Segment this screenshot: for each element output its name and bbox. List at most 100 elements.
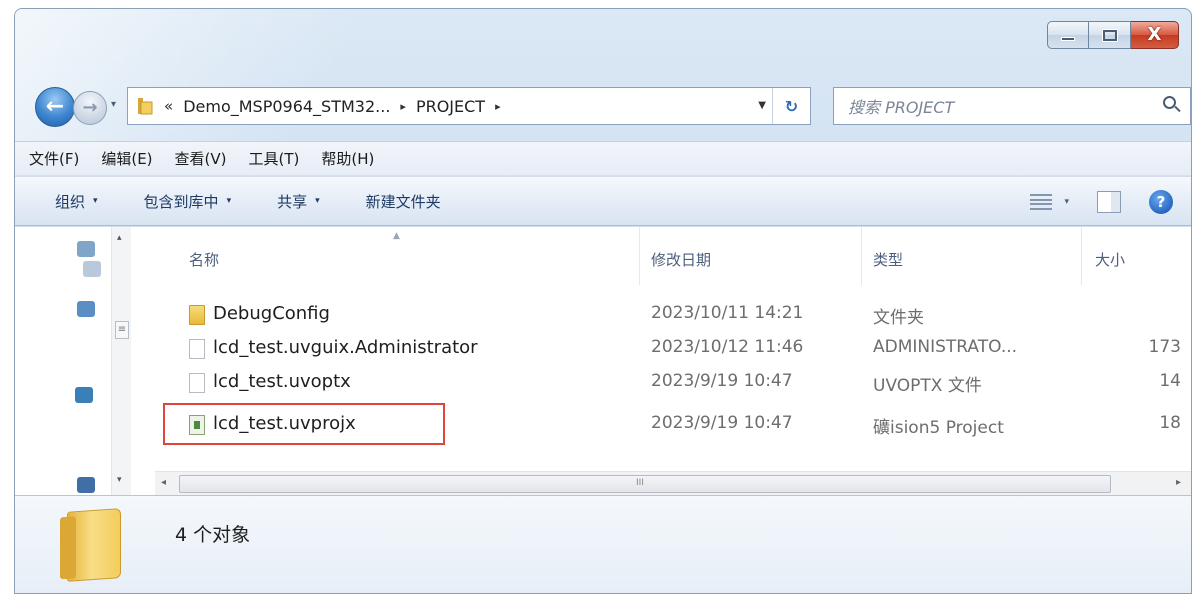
scroll-left-icon[interactable]: ◂ [161,477,166,488]
navigation-row: ← → ▾ « Demo_MSP0964_STM32... ▸ PROJECT … [35,85,1191,129]
recent-pages-dropdown[interactable]: ▾ [111,99,116,110]
forward-button[interactable]: → [73,91,107,125]
new-folder-label: 新建文件夹 [365,192,441,211]
search-input[interactable]: 搜索 PROJECT [848,94,1156,118]
glass-sheen [15,9,435,159]
file-size: 18 [1159,413,1181,433]
explorer-window: X ← → ▾ « Demo_MSP0964_STM32... ▸ PROJEC… [14,8,1192,594]
scrollbar-grip: III [636,478,644,488]
include-in-library-button[interactable]: 包含到库中 ▾ [144,191,232,212]
command-bar: 组织 ▾ 包含到库中 ▾ 共享 ▾ 新建文件夹 ▾ ? [15,176,1191,226]
file-name: lcd_test.uvoptx [213,371,351,392]
overflow-chevron[interactable]: « [164,97,173,115]
refresh-icon: ↻ [784,96,799,116]
column-divider[interactable] [639,227,640,285]
file-date: 2023/10/12 11:46 [651,337,804,357]
file-size: 14 [1159,371,1181,391]
address-history-dropdown[interactable]: ▼ [758,100,766,111]
breadcrumb-segment-demo[interactable]: Demo_MSP0964_STM32... [183,97,390,116]
share-button[interactable]: 共享 ▾ [277,191,320,212]
file-icon [189,373,205,393]
new-folder-button[interactable]: 新建文件夹 [366,191,441,212]
search-box[interactable]: 搜索 PROJECT [833,87,1191,125]
navigation-pane[interactable]: ▴ ≡ ▾ [15,227,155,495]
navigation-scrollbar[interactable]: ▴ ≡ ▾ [111,227,131,495]
minimize-icon [1061,37,1075,41]
column-type[interactable]: 类型 [873,249,903,270]
nav-item-icon[interactable] [77,477,95,493]
folder-icon [67,508,121,582]
chevron-down-icon: ▾ [226,196,232,206]
menu-help[interactable]: 帮助(H) [321,148,374,169]
address-bar[interactable]: « Demo_MSP0964_STM32... ▸ PROJECT ▸ ▼ ↻ [127,87,811,125]
details-pane: 4 个对象 [15,495,1191,593]
column-date[interactable]: 修改日期 [651,249,711,270]
arrow-right-icon: → [82,97,98,118]
chevron-down-icon: ▾ [93,196,98,206]
file-name: lcd_test.uvprojx [213,413,356,434]
uvision-project-icon [189,415,205,435]
chevron-down-icon: ▾ [315,196,320,206]
breadcrumb-segment-project[interactable]: PROJECT [416,97,485,116]
table-row[interactable]: DebugConfig 2023/10/11 14:21 文件夹 [155,297,1191,331]
nav-item-icon[interactable] [83,261,101,277]
item-count: 4 个对象 [175,524,251,546]
column-divider[interactable] [861,227,862,285]
include-in-library-label: 包含到库中 [143,192,219,211]
close-icon: X [1147,24,1162,45]
menu-tools[interactable]: 工具(T) [249,148,300,169]
view-controls: ▾ ? [1030,185,1173,219]
menu-edit[interactable]: 编辑(E) [101,148,152,169]
column-size[interactable]: 大小 [1095,249,1125,270]
scroll-down-icon[interactable]: ▾ [117,475,122,485]
file-list: ▲ 名称 修改日期 类型 大小 DebugConfig 2023/10/11 1… [155,227,1191,495]
column-name[interactable]: 名称 [189,249,219,270]
view-options-dropdown[interactable]: ▾ [1064,197,1069,207]
search-icon[interactable] [1156,91,1186,121]
scrollbar-thumb[interactable]: III [179,475,1111,493]
minimize-button[interactable] [1047,21,1089,49]
content-area: ▴ ≡ ▾ ▲ 名称 修改日期 类型 大小 DebugConfig 2023/1… [15,227,1191,495]
scroll-up-icon[interactable]: ▴ [117,233,122,243]
network-icon[interactable] [75,387,93,403]
close-button[interactable]: X [1131,21,1179,49]
file-size: 173 [1148,337,1181,357]
menu-view[interactable]: 查看(V) [175,148,227,169]
maximize-button[interactable] [1089,21,1131,49]
scrollbar-thumb[interactable]: ≡ [115,321,129,339]
file-name: lcd_test.uvguix.Administrator [213,337,478,358]
file-type: ADMINISTRATO... [873,337,1018,357]
horizontal-scrollbar[interactable]: ◂ III ▸ [155,471,1191,495]
menu-file[interactable]: 文件(F) [29,148,79,169]
file-type: UVOPTX 文件 [873,376,982,396]
preview-pane-icon[interactable] [1097,191,1121,213]
scroll-right-icon[interactable]: ▸ [1176,477,1181,488]
folder-icon [136,96,154,116]
table-row[interactable]: lcd_test.uvprojx 2023/9/19 10:47 礦ision5… [155,403,1191,445]
help-icon[interactable]: ? [1149,190,1173,214]
share-label: 共享 [277,192,308,211]
caption-buttons: X [1047,21,1179,49]
refresh-button[interactable]: ↻ [772,88,810,124]
nav-item-icon[interactable] [77,241,95,257]
table-row[interactable]: lcd_test.uvguix.Administrator 2023/10/12… [155,331,1191,365]
column-divider[interactable] [1081,227,1082,285]
organize-button[interactable]: 组织 ▾ [55,191,98,212]
nav-item-icon[interactable] [77,301,95,317]
table-row[interactable]: lcd_test.uvoptx 2023/9/19 10:47 UVOPTX 文… [155,365,1191,399]
file-type: 礦ision5 Project [873,418,1004,438]
folder-icon [189,305,205,325]
sort-indicator-icon: ▲ [393,231,400,241]
back-button[interactable]: ← [35,87,75,127]
file-icon [189,339,205,359]
file-type: 文件夹 [873,308,924,328]
file-date: 2023/9/19 10:47 [651,413,793,433]
maximize-icon [1101,28,1118,42]
breadcrumb-separator-icon[interactable]: ▸ [495,100,501,113]
change-view-icon[interactable] [1030,194,1053,210]
breadcrumb-separator-icon[interactable]: ▸ [400,100,406,113]
arrow-left-icon: ← [45,94,65,119]
file-date: 2023/9/19 10:47 [651,371,793,391]
menu-bar: 文件(F) 编辑(E) 查看(V) 工具(T) 帮助(H) [15,141,1191,175]
file-date: 2023/10/11 14:21 [651,303,804,323]
